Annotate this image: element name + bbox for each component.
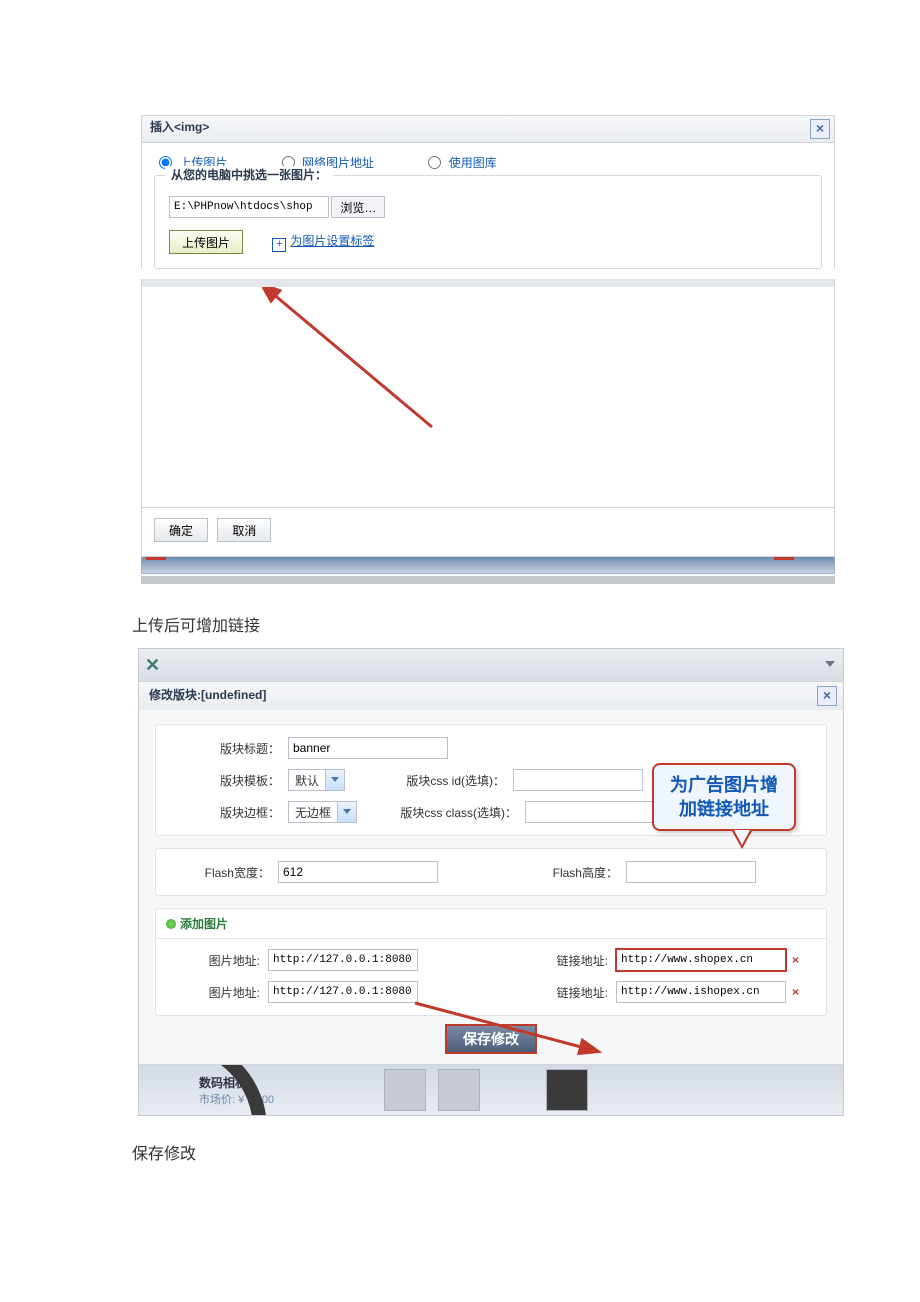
callout-line-2: 加链接地址 (670, 797, 778, 821)
document-page: 插入<img> × 上传图片 网络图片地址 使用图库 从您的电脑中挑选一张图 (0, 0, 920, 1164)
select-block-border-value: 无边框 (289, 804, 337, 821)
dialog1-preview-area (141, 287, 835, 508)
input-css-id[interactable] (513, 769, 643, 791)
arrow-annotation (262, 287, 442, 437)
input-flash-width[interactable] (278, 861, 438, 883)
add-image-header[interactable]: 添加图片 (156, 909, 826, 939)
set-image-label-link[interactable]: +为图片设置标签 (272, 234, 374, 248)
fieldset-legend: 从您的电脑中挑选一张图片： (165, 166, 333, 183)
input-flash-height[interactable] (626, 861, 756, 883)
label-block-template: 版块模板： (170, 772, 288, 789)
dialog2-titlebar: 修改版块:[undefined] × (139, 681, 843, 710)
input-link-addr-1[interactable] (616, 949, 786, 971)
radio-library-input[interactable] (428, 156, 441, 169)
callout-line-1: 为广告图片增 (670, 773, 778, 797)
radio-library[interactable]: 使用图库 (423, 156, 496, 170)
file-path-input[interactable] (169, 196, 329, 218)
add-image-label: 添加图片 (180, 917, 228, 931)
product-thumb-3 (546, 1069, 588, 1111)
input-img-addr-2[interactable] (268, 981, 418, 1003)
app-topbar: ✕ (139, 649, 843, 681)
caption-2: 保存修改 (132, 1140, 920, 1164)
edit-block-window: ✕ 修改版块:[undefined] × 版块标题： 版块模板： 默认 (138, 648, 844, 1116)
product-price: 市场价: ¥ 11.00 (199, 1091, 274, 1107)
label-css-class: 版块css class(选填)： (397, 804, 525, 821)
chevron-down-icon (325, 770, 344, 790)
close-icon[interactable]: × (810, 119, 830, 139)
dialog2-body: 版块标题： 版块模板： 默认 版块css id(选填)： 版块边框： 无边框 (139, 710, 843, 1064)
image-row-1: 图片地址: 链接地址: × (170, 949, 812, 971)
label-link-addr-2: 链接地址: (458, 984, 616, 1001)
dialog1-title: 插入<img> (150, 120, 209, 134)
label-flash-width: Flash宽度： (170, 864, 278, 881)
save-button[interactable]: 保存修改 (445, 1024, 537, 1054)
ok-button[interactable]: 确定 (154, 518, 208, 542)
chevron-down-icon (337, 802, 356, 822)
caption-1: 上传后可增加链接 (132, 612, 920, 636)
add-icon (166, 919, 176, 929)
input-css-class[interactable] (525, 801, 655, 823)
input-link-addr-2[interactable] (616, 981, 786, 1003)
delete-row-2[interactable]: × (792, 985, 799, 999)
label-block-title: 版块标题： (170, 740, 288, 757)
callout-box: 为广告图片增 加链接地址 (652, 763, 796, 831)
file-row: 浏览… (169, 196, 807, 218)
image-list-panel: 添加图片 图片地址: 链接地址: × 图片地址: 链接地址: × (155, 908, 827, 1016)
row-flash: Flash宽度： Flash高度： (170, 861, 812, 883)
dropdown-icon[interactable] (825, 661, 835, 667)
select-block-border[interactable]: 无边框 (288, 801, 357, 823)
product-name: 数码相机1 (199, 1074, 274, 1091)
label-flash-height: Flash高度： (478, 864, 626, 881)
select-block-template-value: 默认 (289, 772, 325, 789)
browse-button[interactable]: 浏览… (331, 196, 385, 218)
insert-image-dialog: 插入<img> × 上传图片 网络图片地址 使用图库 从您的电脑中挑选一张图 (141, 115, 835, 584)
app-logo-icon: ✕ (145, 655, 160, 676)
flash-settings-panel: 为广告图片增 加链接地址 Flash宽度： Flash高度： (155, 848, 827, 896)
product-thumb-2 (438, 1069, 480, 1111)
label-block-border: 版块边框： (170, 804, 288, 821)
set-image-label-text: 为图片设置标签 (290, 234, 374, 248)
callout-tail-inner (734, 830, 750, 845)
product-preview-strip: 数码相机1 市场价: ¥ 11.00 (139, 1064, 843, 1115)
close-icon[interactable]: × (817, 686, 837, 706)
callout-annotation: 为广告图片增 加链接地址 (652, 763, 796, 845)
input-img-addr-1[interactable] (268, 949, 418, 971)
image-row-2: 图片地址: 链接地址: × (170, 981, 812, 1003)
dialog1-titlebar: 插入<img> × (141, 115, 835, 142)
radio-library-label: 使用图库 (449, 156, 497, 170)
cancel-button[interactable]: 取消 (217, 518, 271, 542)
label-link-addr-1: 链接地址: (458, 952, 616, 969)
input-block-title[interactable] (288, 737, 448, 759)
product-info: 数码相机1 市场价: ¥ 11.00 (199, 1074, 274, 1107)
save-row: 保存修改 (155, 1024, 827, 1054)
label-img-addr-1: 图片地址: (170, 952, 268, 969)
select-block-template[interactable]: 默认 (288, 769, 345, 791)
upload-button[interactable]: 上传图片 (169, 230, 243, 254)
upload-row: 上传图片 +为图片设置标签 (169, 230, 807, 254)
upload-fieldset: 从您的电脑中挑选一张图片： 浏览… 上传图片 +为图片设置标签 (154, 175, 822, 269)
shadow-strip (141, 576, 835, 584)
product-thumb-1 (384, 1069, 426, 1111)
row-block-title: 版块标题： (170, 737, 812, 759)
label-img-addr-2: 图片地址: (170, 984, 268, 1001)
delete-row-1[interactable]: × (792, 953, 799, 967)
dialog1-footer: 确定 取消 (141, 508, 835, 557)
dialog1-body: 上传图片 网络图片地址 使用图库 从您的电脑中挑选一张图片： 浏览… (141, 142, 835, 269)
window-bottom-bar (141, 557, 835, 574)
divider (141, 279, 835, 287)
label-css-id: 版块css id(选填)： (385, 772, 513, 789)
dialog2-title: 修改版块:[undefined] (149, 688, 266, 702)
plus-icon: + (272, 238, 286, 252)
